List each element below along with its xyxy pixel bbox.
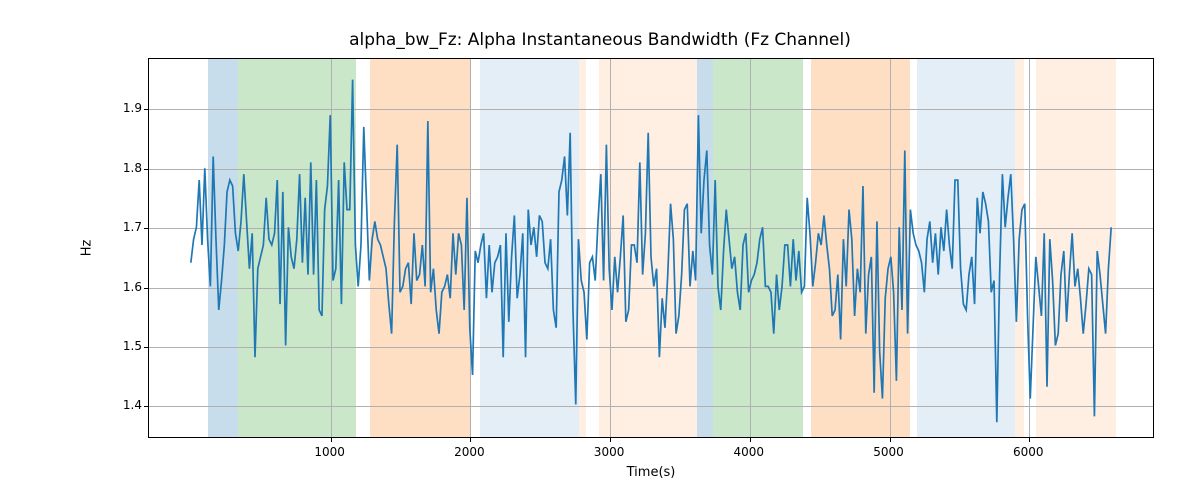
ytick-label: 1.8 bbox=[123, 161, 142, 175]
ytick-label: 1.7 bbox=[123, 220, 142, 234]
plot-area bbox=[148, 58, 1154, 438]
ytick-label: 1.9 bbox=[123, 101, 142, 115]
xtick-mark bbox=[331, 437, 332, 442]
ytick-label: 1.5 bbox=[123, 339, 142, 353]
xtick-mark bbox=[470, 437, 471, 442]
xtick-label: 2000 bbox=[454, 445, 485, 459]
x-axis-label: Time(s) bbox=[627, 465, 676, 480]
xtick-label: 6000 bbox=[1013, 445, 1044, 459]
xtick-label: 3000 bbox=[594, 445, 625, 459]
y-axis-label: Hz bbox=[80, 240, 95, 257]
xtick-label: 4000 bbox=[734, 445, 765, 459]
xtick-mark bbox=[1029, 437, 1030, 442]
ytick-label: 1.4 bbox=[123, 398, 142, 412]
data-line bbox=[149, 59, 1153, 437]
xtick-label: 1000 bbox=[314, 445, 345, 459]
chart-figure: alpha_bw_Fz: Alpha Instantaneous Bandwid… bbox=[0, 0, 1200, 500]
chart-title: alpha_bw_Fz: Alpha Instantaneous Bandwid… bbox=[0, 30, 1200, 50]
xtick-mark bbox=[750, 437, 751, 442]
series-line bbox=[191, 80, 1111, 423]
xtick-mark bbox=[610, 437, 611, 442]
xtick-label: 5000 bbox=[873, 445, 904, 459]
ytick-label: 1.6 bbox=[123, 280, 142, 294]
xtick-mark bbox=[890, 437, 891, 442]
